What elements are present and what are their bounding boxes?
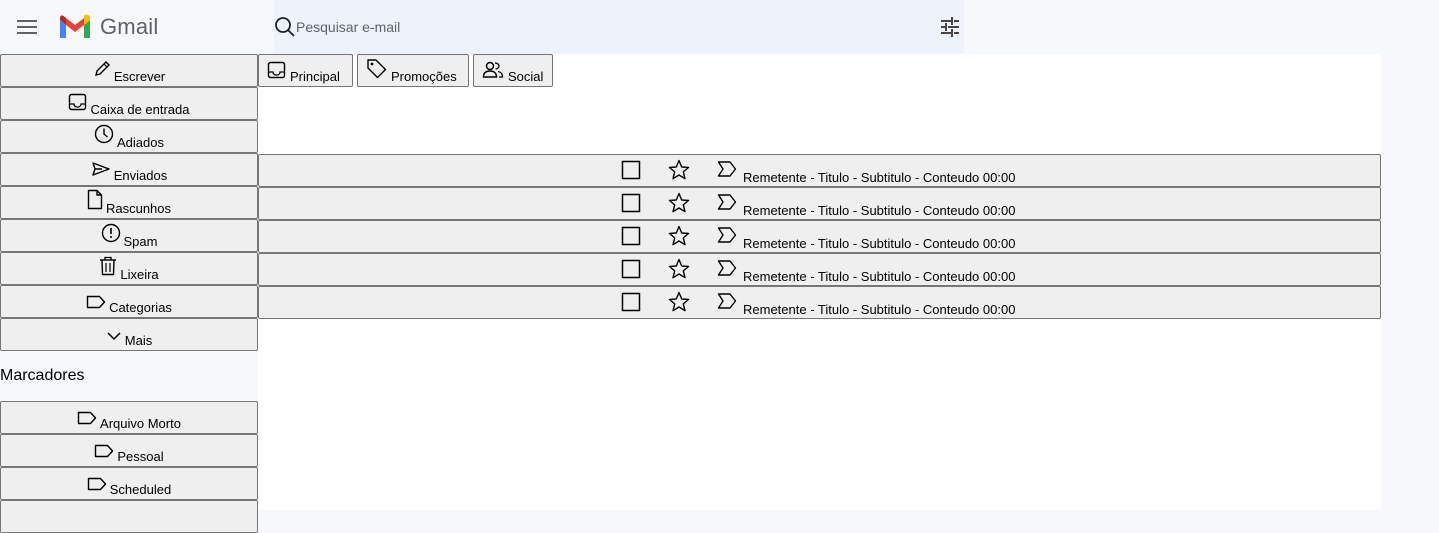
sidebar-label-personal[interactable]: Pessoal (0, 434, 258, 467)
tab-label: Social (508, 69, 544, 84)
search-input[interactable] (296, 15, 896, 39)
clock-icon (94, 124, 114, 144)
gmail-logo[interactable]: Gmail (58, 12, 158, 42)
star-icon[interactable] (668, 291, 690, 313)
main-content: Principal Promoções Social Remetente - T… (258, 54, 1381, 510)
sidebar-item-spam[interactable]: Spam (0, 219, 258, 252)
tab-label: Promoções (391, 69, 457, 84)
sidebar-label-scheduled[interactable]: Scheduled (0, 467, 258, 500)
tab-principal[interactable]: Principal (258, 54, 353, 87)
label-icon (95, 444, 114, 458)
sidebar-item-label: Spam (123, 234, 158, 249)
sidebar-item-drafts[interactable]: Rascunhos (0, 186, 258, 219)
hamburger-menu-icon (17, 20, 37, 34)
sidebar-item-snoozed[interactable]: Adiados (0, 120, 258, 153)
pencil-icon (94, 61, 110, 76)
email-row[interactable]: Remetente - Titulo - Subtitulo - Conteud… (258, 220, 1381, 253)
compose-button[interactable]: Escrever (0, 54, 258, 87)
inbox-icon (69, 93, 87, 111)
sidebar-item-label: Pessoal (117, 449, 164, 464)
main-menu-button[interactable] (14, 14, 40, 40)
sidebar-item-label: Rascunhos (105, 201, 172, 216)
inbox-icon (267, 61, 286, 79)
search-bar (274, 0, 964, 54)
labels-section-title: Marcadores (0, 367, 85, 384)
star-icon[interactable] (668, 159, 690, 181)
email-summary: Remetente - Titulo - Subtitulo - Conteud… (743, 203, 1016, 218)
star-icon[interactable] (668, 225, 690, 247)
checkbox-icon[interactable] (621, 292, 641, 312)
sidebar-item-sent[interactable]: Enviados (0, 153, 258, 186)
email-summary: Remetente - Titulo - Subtitulo - Conteud… (743, 302, 1016, 317)
sidebar-item-trash[interactable]: Lixeira (0, 252, 258, 285)
spam-icon (101, 223, 120, 243)
top-bar: Gmail (0, 0, 1439, 54)
email-row[interactable]: Remetente - Titulo - Subtitulo - Conteud… (258, 286, 1381, 319)
label-icon (87, 477, 106, 491)
importance-marker-icon[interactable] (717, 292, 737, 310)
sidebar-item-label: Adiados (117, 135, 164, 150)
send-icon (92, 162, 110, 176)
sidebar-item-label: Mais (124, 333, 153, 348)
gmail-m-icon (60, 14, 90, 38)
email-summary: Remetente - Titulo - Subtitulo - Conteud… (743, 236, 1016, 251)
importance-marker-icon[interactable] (717, 259, 737, 277)
checkbox-icon[interactable] (621, 259, 641, 279)
chevron-down-icon (107, 332, 121, 341)
tab-social[interactable]: Social (473, 54, 553, 87)
email-row[interactable]: Remetente - Titulo - Subtitulo - Conteud… (258, 253, 1381, 286)
email-row[interactable]: Remetente - Titulo - Subtitulo - Conteud… (258, 187, 1381, 220)
compose-label: Escrever (113, 69, 166, 84)
label-icon (77, 411, 97, 425)
sidebar-item-categories[interactable]: Categorias (0, 285, 258, 318)
tag-icon (367, 59, 387, 79)
importance-marker-icon[interactable] (717, 226, 737, 244)
checkbox-icon[interactable] (621, 193, 641, 213)
checkbox-icon[interactable] (621, 226, 641, 246)
sidebar-label-archive[interactable]: Arquivo Morto (0, 401, 258, 434)
label-icon (86, 295, 106, 309)
sidebar-item-label: Arquivo Morto (100, 416, 181, 431)
sidebar-item-label: Enviados (113, 168, 168, 183)
email-summary: Remetente - Titulo - Subtitulo - Conteud… (743, 170, 1016, 185)
sidebar-item-label: Categorias (109, 300, 172, 315)
app-name: Gmail (100, 14, 159, 39)
sidebar-item-more[interactable]: Mais (0, 318, 258, 351)
sidebar-label-next[interactable] (0, 500, 258, 533)
email-row[interactable]: Remetente - Titulo - Subtitulo - Conteud… (258, 154, 1381, 187)
sidebar-item-label: Caixa de entrada (90, 102, 190, 117)
draft-icon (87, 189, 103, 210)
search-options-icon[interactable] (938, 15, 962, 39)
importance-marker-icon[interactable] (717, 193, 737, 211)
trash-icon (100, 256, 117, 276)
tab-promocoes[interactable]: Promoções (357, 54, 469, 87)
email-summary: Remetente - Titulo - Subtitulo - Conteud… (743, 269, 1016, 284)
star-icon[interactable] (668, 192, 690, 214)
checkbox-icon[interactable] (621, 160, 641, 180)
right-gutter (1381, 54, 1439, 510)
people-icon (482, 61, 504, 78)
sidebar-item-label: Scheduled (109, 482, 172, 497)
importance-marker-icon[interactable] (717, 160, 737, 178)
search-icon[interactable] (274, 16, 296, 38)
star-icon[interactable] (668, 258, 690, 280)
tab-label: Principal (290, 69, 340, 84)
sidebar: Escrever Caixa de entrada Adiados Enviad… (0, 54, 258, 533)
sidebar-item-inbox[interactable]: Caixa de entrada (0, 87, 258, 120)
sidebar-item-label: Lixeira (120, 267, 159, 282)
